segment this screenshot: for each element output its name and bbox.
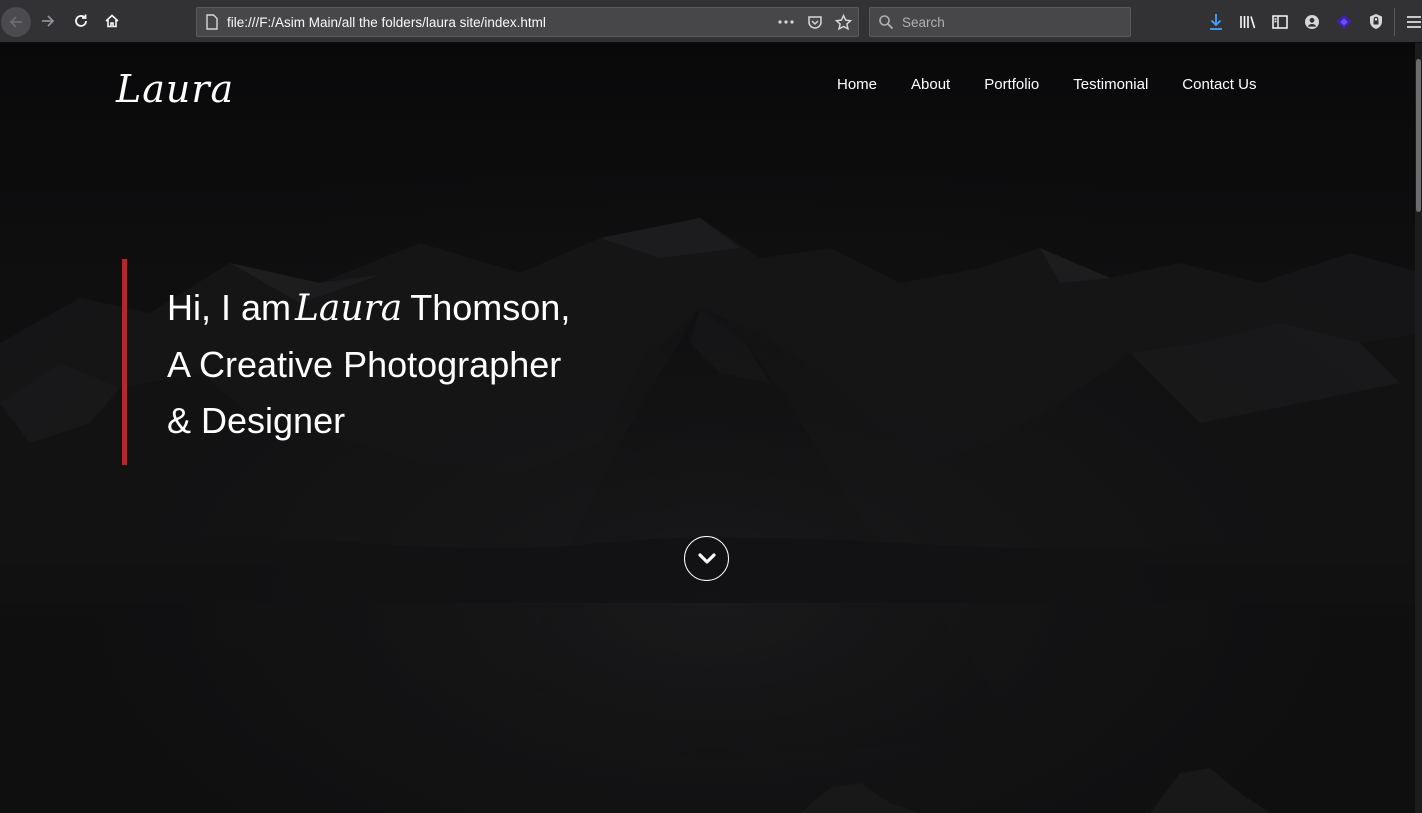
nav-link-about[interactable]: About (894, 76, 967, 93)
sidebar-button[interactable] (1264, 6, 1296, 38)
extension-button[interactable] (1328, 6, 1360, 38)
menu-icon (1407, 16, 1421, 28)
hero-line-2: A Creative Photographer (167, 344, 562, 385)
site-logo[interactable]: Laura (116, 67, 234, 111)
hero-surname: Thomson, (410, 287, 571, 328)
sidebar-icon (1272, 14, 1288, 29)
shield-icon (1370, 14, 1382, 29)
url-text[interactable]: file:///F:/Asim Main/all the folders/lau… (227, 15, 546, 30)
hero-greeting: Hi, I am (167, 287, 292, 328)
scrollbar-thumb[interactable] (1416, 59, 1421, 212)
nav-link-contact[interactable]: Contact Us (1165, 76, 1273, 93)
page-viewport: Laura Home About Portfolio Testimonial C… (0, 43, 1422, 813)
bookmark-star-icon[interactable] (835, 13, 852, 31)
hero-name-script: Laura (295, 288, 403, 329)
nav-link-home[interactable]: Home (820, 76, 894, 93)
download-icon (1210, 13, 1222, 30)
page-icon (206, 14, 218, 30)
hero-heading: Hi, I am Laura Thomson, A Creative Photogr… (167, 280, 570, 449)
site-nav: Home About Portfolio Testimonial Contact… (820, 76, 1273, 93)
extension-icon (1336, 14, 1352, 29)
reload-button[interactable] (66, 6, 96, 36)
home-button[interactable] (97, 6, 127, 36)
hero-line-1: Hi, I am Laura Thomson, (167, 280, 570, 337)
search-bar[interactable] (869, 7, 1131, 37)
shield-button[interactable] (1360, 6, 1392, 38)
browser-toolbar: file:///F:/Asim Main/all the folders/lau… (0, 0, 1422, 43)
download-button[interactable] (1200, 6, 1232, 38)
chevron-down-icon (697, 552, 716, 564)
nav-link-testimonial[interactable]: Testimonial (1056, 76, 1165, 93)
back-icon (9, 16, 22, 28)
toolbar-separator (1394, 8, 1395, 36)
forward-button[interactable] (33, 6, 63, 36)
pocket-icon[interactable] (807, 14, 823, 30)
account-button[interactable] (1296, 6, 1328, 38)
search-icon (879, 15, 894, 30)
more-icon[interactable] (777, 19, 795, 25)
url-bar[interactable]: file:///F:/Asim Main/all the folders/lau… (196, 7, 859, 37)
home-icon (105, 14, 119, 28)
hero-line-3: & Designer (167, 400, 346, 441)
scroll-down-button[interactable] (684, 536, 729, 581)
menu-button[interactable] (1398, 6, 1422, 38)
search-input[interactable] (900, 13, 1120, 31)
forward-icon (42, 15, 55, 27)
hero-accent-bar (122, 259, 127, 465)
library-icon (1240, 15, 1256, 28)
account-icon (1305, 14, 1319, 29)
reload-icon (75, 14, 87, 27)
library-button[interactable] (1232, 6, 1264, 38)
back-button[interactable] (1, 7, 31, 37)
nav-link-portfolio[interactable]: Portfolio (967, 76, 1056, 93)
